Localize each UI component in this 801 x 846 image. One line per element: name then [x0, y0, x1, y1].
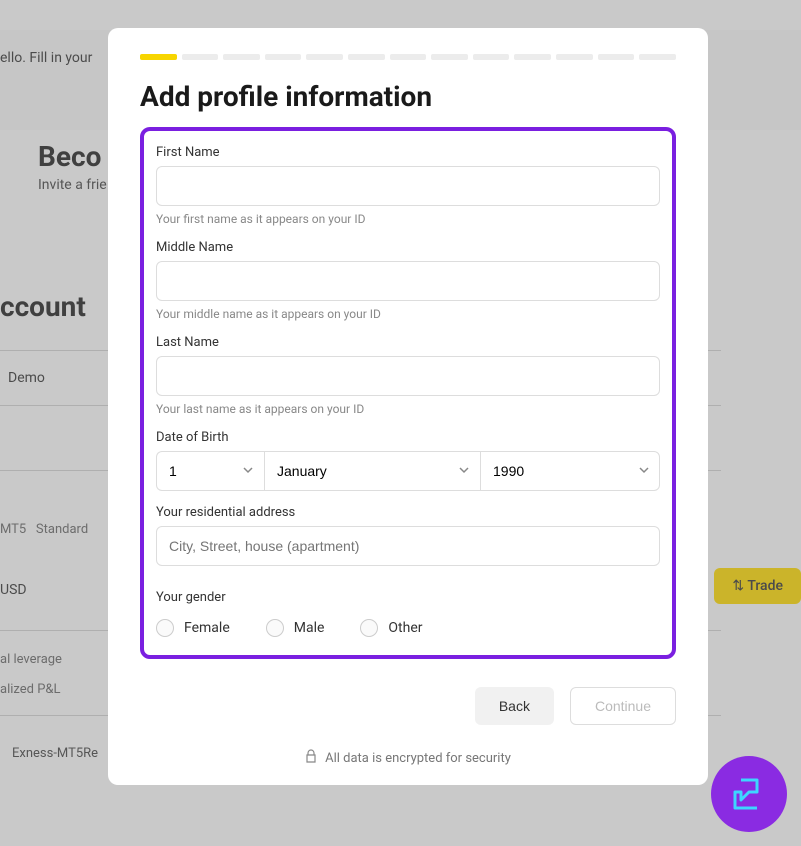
dob-day-select[interactable] [156, 451, 264, 491]
radio-icon [266, 619, 284, 637]
progress-step-6 [348, 54, 385, 60]
lock-icon [305, 749, 317, 767]
gender-male-radio[interactable]: Male [266, 619, 325, 637]
gender-other-label: Other [388, 620, 422, 636]
progress-bar [140, 54, 676, 60]
last-name-hint: Your last name as it appears on your ID [156, 402, 660, 416]
profile-modal: Add profile information First Name Your … [108, 28, 708, 785]
dob-year-select[interactable] [480, 451, 660, 491]
gender-other-radio[interactable]: Other [360, 619, 422, 637]
gender-label: Your gender [156, 590, 660, 605]
radio-icon [156, 619, 174, 637]
address-input[interactable] [156, 526, 660, 566]
progress-step-11 [556, 54, 593, 60]
gender-female-label: Female [184, 620, 230, 636]
last-name-input[interactable] [156, 356, 660, 396]
logo-icon [727, 772, 771, 816]
progress-step-4 [265, 54, 302, 60]
form-frame: First Name Your first name as it appears… [140, 127, 676, 659]
first-name-hint: Your first name as it appears on your ID [156, 212, 660, 226]
gender-male-label: Male [294, 620, 325, 636]
dob-month-select[interactable] [264, 451, 480, 491]
progress-step-3 [223, 54, 260, 60]
progress-step-10 [514, 54, 551, 60]
progress-step-1 [140, 54, 177, 60]
chat-fab-button[interactable] [711, 756, 787, 832]
first-name-input[interactable] [156, 166, 660, 206]
continue-button[interactable]: Continue [570, 687, 676, 725]
gender-female-radio[interactable]: Female [156, 619, 230, 637]
progress-step-9 [473, 54, 510, 60]
modal-title: Add profile information [140, 80, 676, 113]
middle-name-hint: Your middle name as it appears on your I… [156, 307, 660, 321]
middle-name-input[interactable] [156, 261, 660, 301]
encryption-notice: All data is encrypted for security [140, 749, 676, 767]
address-label: Your residential address [156, 505, 660, 520]
first-name-label: First Name [156, 145, 660, 160]
progress-step-5 [306, 54, 343, 60]
progress-step-13 [639, 54, 676, 60]
middle-name-label: Middle Name [156, 240, 660, 255]
radio-icon [360, 619, 378, 637]
progress-step-8 [431, 54, 468, 60]
last-name-label: Last Name [156, 335, 660, 350]
progress-step-2 [182, 54, 219, 60]
dob-label: Date of Birth [156, 430, 660, 445]
back-button[interactable]: Back [475, 687, 554, 725]
progress-step-12 [598, 54, 635, 60]
progress-step-7 [390, 54, 427, 60]
